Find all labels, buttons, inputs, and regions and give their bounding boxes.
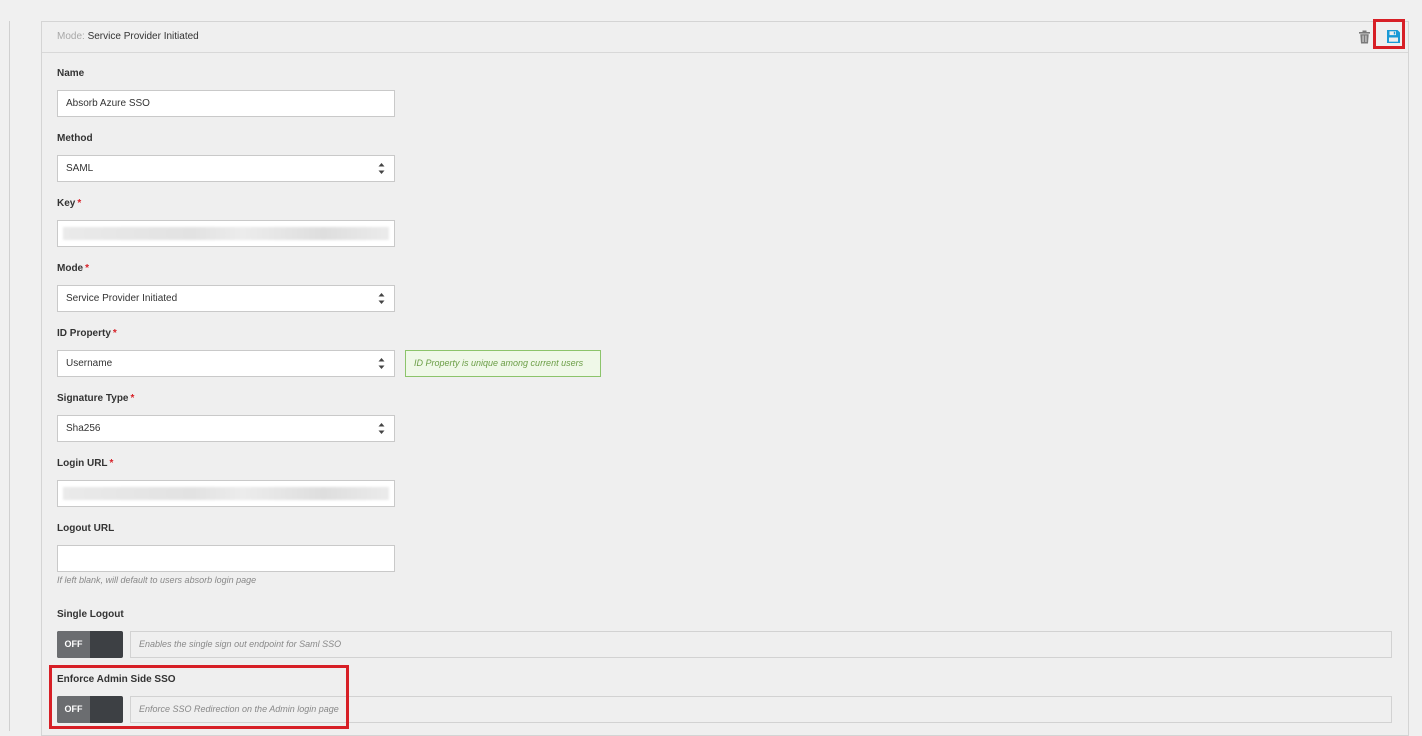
mode-summary: Mode: Service Provider Initiated bbox=[57, 31, 199, 42]
mode-summary-value: Service Provider Initiated bbox=[87, 31, 199, 42]
id-property-select-value: Username bbox=[66, 358, 113, 369]
sso-config-panel: Mode: Service Provider Initiated bbox=[41, 21, 1409, 736]
logout-url-input[interactable] bbox=[57, 545, 395, 572]
key-label: Key * bbox=[57, 198, 82, 209]
signature-type-select-value: Sha256 bbox=[66, 423, 101, 434]
mode-select-value: Service Provider Initiated bbox=[66, 293, 178, 304]
name-input[interactable]: Absorb Azure SSO bbox=[57, 90, 395, 117]
logout-url-label: Logout URL bbox=[57, 523, 115, 534]
signature-type-label: Signature Type * bbox=[57, 393, 135, 404]
redacted-value bbox=[63, 487, 389, 500]
mode-select[interactable]: Service Provider Initiated bbox=[57, 285, 395, 312]
id-property-select[interactable]: Username bbox=[57, 350, 395, 377]
delete-button[interactable] bbox=[1358, 30, 1371, 44]
required-marker: * bbox=[85, 263, 90, 274]
redacted-value bbox=[63, 227, 389, 240]
trash-icon bbox=[1359, 30, 1370, 44]
required-marker: * bbox=[112, 328, 117, 339]
method-select[interactable]: SAML bbox=[57, 155, 395, 182]
logout-url-help-text: If left blank, will default to users abs… bbox=[57, 575, 257, 585]
name-label: Name bbox=[57, 68, 85, 79]
id-property-validation-hint: ID Property is unique among current user… bbox=[405, 350, 601, 377]
panel-header: Mode: Service Provider Initiated bbox=[42, 22, 1408, 53]
id-property-label: ID Property * bbox=[57, 328, 117, 339]
select-arrows-icon bbox=[378, 423, 385, 434]
method-label: Method bbox=[57, 133, 93, 144]
required-marker: * bbox=[130, 393, 135, 404]
select-arrows-icon bbox=[378, 293, 385, 304]
login-url-label: Login URL * bbox=[57, 458, 114, 469]
key-input[interactable] bbox=[57, 220, 395, 247]
outer-divider bbox=[9, 21, 10, 731]
single-logout-toggle[interactable]: OFF bbox=[57, 631, 123, 658]
enforce-admin-sso-highlight-box bbox=[49, 665, 349, 729]
signature-type-select[interactable]: Sha256 bbox=[57, 415, 395, 442]
toggle-state: OFF bbox=[57, 631, 90, 658]
single-logout-label: Single Logout bbox=[57, 609, 124, 620]
required-marker: * bbox=[109, 458, 114, 469]
mode-summary-label: Mode: bbox=[57, 31, 85, 42]
required-marker: * bbox=[77, 198, 82, 209]
mode-label: Mode * bbox=[57, 263, 90, 274]
save-highlight-box bbox=[1373, 19, 1405, 49]
login-url-input[interactable] bbox=[57, 480, 395, 507]
select-arrows-icon bbox=[378, 163, 385, 174]
method-select-value: SAML bbox=[66, 163, 94, 174]
select-arrows-icon bbox=[378, 358, 385, 369]
single-logout-description: Enables the single sign out endpoint for… bbox=[130, 631, 1392, 658]
